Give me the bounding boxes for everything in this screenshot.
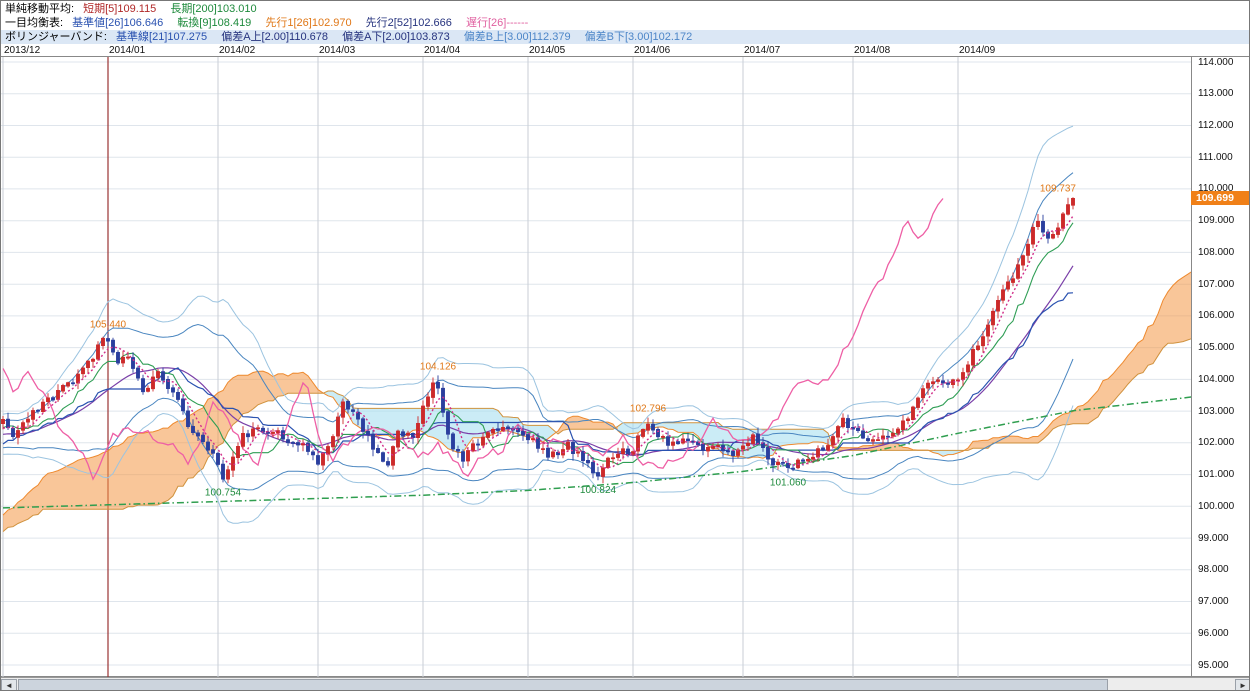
price-axis-label: 102.000 [1198, 437, 1234, 448]
scroll-right-arrow-icon: ► [1239, 681, 1247, 690]
bollinger-b-upper-value: 偏差B上[3.00]112.379 [464, 31, 571, 43]
month-label: 2014/08 [854, 45, 890, 56]
indicator-legend: 単純移動平均: 短期[5]109.115 長期[200]103.010 一目均衡… [1, 2, 1249, 44]
sma-legend-label: 単純移動平均: [5, 3, 74, 15]
month-label: 2014/03 [319, 45, 355, 56]
grid-vertical [3, 57, 958, 678]
current-price-badge: 109.699 [1191, 191, 1250, 205]
month-label: 2014/06 [634, 45, 670, 56]
svg-text:100.824: 100.824 [580, 485, 617, 496]
svg-text:104.126: 104.126 [420, 361, 457, 372]
scrollbar-thumb[interactable] [18, 679, 1108, 691]
price-axis-label: 105.000 [1198, 342, 1234, 353]
legend-row-bollinger: ボリンジャーバンド: 基準線[21]107.275 偏差A上[2.00]110.… [1, 30, 1249, 44]
price-axis-label: 98.000 [1198, 564, 1229, 575]
price-axis-label: 103.000 [1198, 406, 1234, 417]
month-label: 2014/07 [744, 45, 780, 56]
scroll-left-arrow-icon: ◄ [5, 681, 13, 690]
ichimoku-tenkan-value: 転換[9]108.419 [177, 17, 251, 29]
price-axis-label: 112.000 [1198, 120, 1233, 131]
bollinger-center-value: 基準線[21]107.275 [116, 31, 207, 43]
legend-row-sma: 単純移動平均: 短期[5]109.115 長期[200]103.010 [1, 2, 1249, 16]
price-axis-label: 113.000 [1198, 88, 1233, 99]
legend-row-ichimoku: 一目均衡表: 基準値[26]106.646 転換[9]108.419 先行1[2… [1, 16, 1249, 30]
bollinger-legend-label: ボリンジャーバンド: [5, 31, 107, 43]
price-axis-label: 104.000 [1198, 374, 1234, 385]
price-axis-label: 101.000 [1198, 469, 1234, 480]
x-axis-month-labels: 2013/12 2014/01 2014/02 2014/03 2014/04 2014/… [1, 45, 1191, 56]
horizontal-scrollbar[interactable]: ◄ ► [1, 677, 1250, 691]
grid-horizontal [1, 62, 1191, 665]
month-label: 2014/01 [109, 45, 145, 56]
price-axis-label: 96.000 [1198, 628, 1229, 639]
svg-text:101.060: 101.060 [770, 478, 807, 489]
ichimoku-senkou1-value: 先行1[26]102.970 [265, 17, 351, 29]
svg-text:100.754: 100.754 [205, 487, 242, 498]
sma-long-value: 長期[200]103.010 [170, 3, 256, 15]
svg-text:105.440: 105.440 [90, 320, 127, 331]
svg-text:109.737: 109.737 [1040, 183, 1077, 194]
month-label: 2014/02 [219, 45, 255, 56]
chart-plot-area[interactable]: 105.440 100.754 104.126 100.824 102.796 101.0… [1, 56, 1191, 677]
bollinger-a-upper-value: 偏差A上[2.00]110.678 [221, 31, 328, 43]
price-axis-label: 111.000 [1198, 152, 1233, 163]
month-label: 2014/09 [959, 45, 995, 56]
price-axis-label: 97.000 [1198, 596, 1229, 607]
ichimoku-chikou-value: 遅行[26]------ [466, 17, 528, 29]
bollinger-a-lower-value: 偏差A下[2.00]103.873 [342, 31, 450, 43]
bollinger-b-lower-value: 偏差B下[3.00]102.172 [585, 31, 693, 43]
month-label: 2013/12 [4, 45, 40, 56]
price-axis-label: 95.000 [1198, 660, 1229, 671]
scroll-right-button[interactable]: ► [1235, 679, 1250, 691]
chart-window: 単純移動平均: 短期[5]109.115 長期[200]103.010 一目均衡… [0, 0, 1250, 691]
month-label: 2014/04 [424, 45, 460, 56]
sma-short-value: 短期[5]109.115 [83, 3, 156, 15]
y-axis-price-scale: 114.000113.000112.000111.000110.000109.0… [1191, 56, 1250, 677]
svg-text:102.796: 102.796 [630, 404, 667, 415]
ichimoku-kijun-value: 基準値[26]106.646 [72, 17, 163, 29]
price-axis-label: 100.000 [1198, 501, 1234, 512]
price-axis-label: 109.000 [1198, 215, 1234, 226]
price-axis-label: 108.000 [1198, 247, 1234, 258]
price-axis-label: 107.000 [1198, 279, 1234, 290]
month-label: 2014/05 [529, 45, 565, 56]
ichimoku-senkou2-value: 先行2[52]102.666 [366, 17, 452, 29]
price-axis-label: 106.000 [1198, 310, 1234, 321]
price-axis-label: 99.000 [1198, 533, 1229, 544]
ichimoku-legend-label: 一目均衡表: [5, 17, 63, 29]
price-axis-label: 114.000 [1198, 57, 1233, 68]
scroll-left-button[interactable]: ◄ [1, 679, 17, 691]
